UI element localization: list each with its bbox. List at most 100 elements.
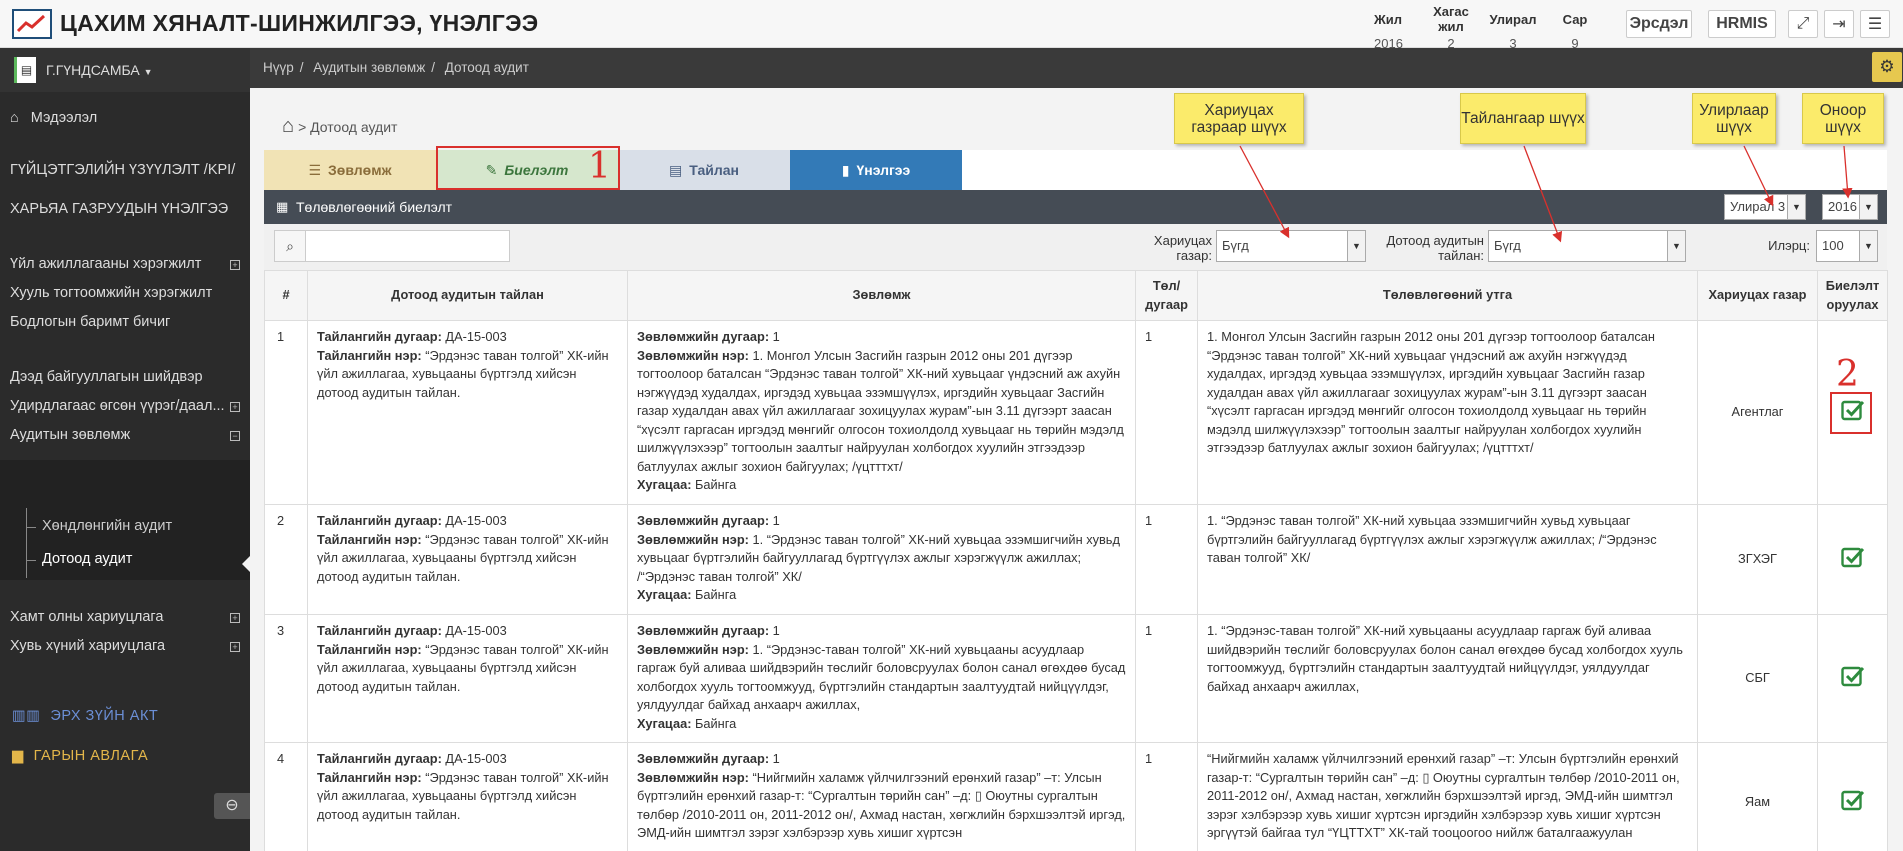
sidebar-item-internal-audit[interactable]: Дотоод аудит (42, 551, 132, 567)
report-no-value: ДА-15-003 (445, 623, 507, 638)
table-row: 2 Тайлангийн дугаар: ДА-15-003 Тайлангийн … (264, 504, 1888, 615)
row-number: 1 (264, 320, 308, 505)
sidebar-item-operations[interactable]: Үйл ажиллагааны хэрэгжилт (10, 256, 201, 272)
deadline-value: Байнга (695, 715, 737, 731)
rec-name-label: Зөвлөмжийн нэр: (637, 641, 749, 657)
column-header-report: Дотоод аудитын тайлан (307, 270, 628, 321)
breadcrumb-home[interactable]: Нүүр (263, 60, 294, 75)
breadcrumb-audit-recommendations[interactable]: Аудитын зөвлөмж (313, 60, 425, 75)
quarter-select[interactable]: Улирал 3 ▼ (1724, 194, 1806, 220)
active-pointer (242, 556, 250, 572)
tab-recommendations[interactable]: ☰ Зөвлөмж (264, 150, 436, 190)
caret-down-icon: ▼ (1347, 231, 1365, 261)
column-header-enter-implementation: Биелэлт оруулах (1817, 270, 1888, 321)
sidebar-item-manuals[interactable]: ▆ ГАРЫН АВЛАГА (12, 748, 148, 764)
collapse-minus-icon[interactable]: − (230, 431, 240, 441)
menu-icon[interactable]: ☰ (1860, 10, 1890, 38)
expand-plus-icon[interactable]: + (230, 402, 240, 412)
implementation-cell (1817, 504, 1888, 615)
year-select[interactable]: 2016 ▼ (1822, 194, 1878, 220)
book-icon: ▆ (12, 748, 24, 764)
logout-icon[interactable]: ⇥ (1824, 10, 1854, 38)
column-header-responsible-org: Хариуцах газар (1697, 270, 1818, 321)
report-name-label: Тайлангийн нэр: (317, 347, 422, 363)
responsible-org-cell: Агентлаг (1697, 320, 1818, 505)
plan-content-cell: 1. “Эрдэнэс таван толгой” ХК-ний хувьцаа… (1197, 504, 1698, 615)
sidebar-item-law-implementation[interactable]: Хууль тогтоомжийн хэрэгжилт (10, 285, 212, 301)
breadcrumb: Нүүр / Аудитын зөвлөмж / Дотоод аудит ⚙ (250, 48, 1903, 88)
hrmis-button[interactable]: HRMIS (1708, 10, 1776, 38)
callout-filter-by-year: Оноор шүүх (1802, 93, 1884, 144)
rec-no-label: Зөвлөмжийн дугаар: (637, 623, 770, 638)
sidebar-item-kpi[interactable]: ГҮЙЦЭТГЭЛИЙН ҮЗҮҮЛЭЛТ /KPI/ (10, 162, 235, 178)
caret-down-icon: ▼ (1859, 231, 1877, 261)
enter-implementation-button[interactable] (1840, 789, 1865, 811)
report-no-value: ДА-15-003 (445, 513, 507, 528)
sidebar-item-info[interactable]: ⌂ Мэдээлэл (10, 110, 97, 126)
home-icon[interactable]: ⌂ (282, 115, 294, 137)
rec-no-label: Зөвлөмжийн дугаар: (637, 329, 770, 344)
deadline-label: Хугацаа: (637, 477, 692, 492)
period-label-year: Жил (1374, 11, 1402, 27)
plan-content-cell: “Нийгмийн халамж үйлчилгээний ерөнхий га… (1197, 742, 1698, 851)
sidebar-item-personal-responsibility[interactable]: Хувь хүний хариуцлага (10, 638, 165, 654)
rec-name-value: 1. Монгол Улсын Засгийн газрын 2012 оны … (637, 347, 1124, 474)
recommendation-cell: Зөвлөмжийн дугаар: 1 Зөвлөмжийн нэр: 1. М… (627, 320, 1136, 505)
app-logo-icon[interactable] (12, 9, 52, 39)
gear-icon[interactable]: ⚙ (1872, 52, 1902, 82)
sidebar-item-subordinate-evaluation[interactable]: ХАРЬЯА ГАЗРУУДЫН ҮНЭЛГЭЭ (10, 201, 228, 217)
expand-plus-icon[interactable]: + (230, 642, 240, 652)
rec-name-label: Зөвлөмжийн нэр: (637, 347, 749, 363)
rec-name-label: Зөвлөмжийн нэр: (637, 769, 749, 785)
report-filter-select[interactable]: Бүгд ▼ (1488, 230, 1686, 262)
plan-content-cell: 1. “Эрдэнэс-таван толгой” ХК-ний хувьцаа… (1197, 614, 1698, 743)
recommendation-cell: Зөвлөмжийн дугаар: 1 Зөвлөмжийн нэр: “Ний… (627, 742, 1136, 851)
risk-button[interactable]: Эрсдэл (1626, 10, 1692, 38)
sidebar-item-management-tasks[interactable]: Удирдлагаас өгсөн үүрэг/даал... (10, 398, 225, 414)
sidebar-collapse-button[interactable]: ⊖ (214, 793, 250, 819)
enter-implementation-button[interactable] (1840, 665, 1865, 687)
org-filter-label: Хариуцах газар: (1153, 233, 1212, 263)
enter-implementation-button[interactable] (1840, 546, 1865, 568)
sidebar-item-legal-acts[interactable]: ▥▥ ЭРХ ЗҮЙН АКТ (12, 708, 158, 724)
column-header-recommendation: Зөвлөмж (627, 270, 1136, 321)
check-square-icon (1840, 790, 1864, 810)
caret-down-icon: ▼ (1667, 231, 1685, 261)
sidebar-item-team-responsibility[interactable]: Хамт олны хариуцлага (10, 609, 163, 625)
deadline-value: Байнга (695, 477, 737, 492)
column-header-plan-number: Төл/ дугаар (1135, 270, 1198, 321)
report-no-label: Тайлангийн дугаар: (317, 751, 442, 766)
annotation-number-2: 2 (1836, 354, 1859, 395)
responsible-org-cell: СБГ (1697, 614, 1818, 743)
search-icon[interactable]: ⌕ (274, 230, 306, 262)
top-header: ЦАХИМ ХЯНАЛТ-ШИНЖИЛГЭЭ, ҮНЭЛГЭЭ Жил Хага… (0, 0, 1903, 51)
result-count-select[interactable]: 100 ▼ (1816, 230, 1878, 262)
search-input[interactable] (305, 230, 510, 262)
row-number: 3 (264, 614, 308, 743)
rec-no-value: 1 (772, 329, 780, 344)
sidebar-item-higher-decisions[interactable]: Дээд байгууллагын шийдвэр (10, 369, 203, 385)
expand-plus-icon[interactable]: + (230, 260, 240, 270)
tab-evaluation[interactable]: ▮ Үнэлгээ (790, 150, 962, 190)
result-count-label: Илэрц: (1768, 238, 1810, 253)
org-filter-select[interactable]: Бүгд ▼ (1216, 230, 1366, 262)
report-name-label: Тайлангийн нэр: (317, 769, 422, 785)
expand-plus-icon[interactable]: + (230, 613, 240, 623)
page-heading: ⌂ > Дотоод аудит (282, 115, 398, 137)
tab-report[interactable]: ▤ Тайлан (618, 150, 790, 190)
book-shelf-icon: ▥▥ (12, 708, 41, 724)
period-label-half: Хагас жил (1433, 4, 1469, 34)
panel-title: Төлөвлөгөөний биелэлт (296, 199, 453, 215)
responsible-org-cell: ЗГХЭГ (1697, 504, 1818, 615)
expand-icon[interactable]: ⤢ (1788, 10, 1818, 38)
user-name[interactable]: Г.ГҮНДСАМБА ▼ (46, 62, 153, 78)
plan-number-cell: 1 (1135, 742, 1198, 851)
sidebar-item-audit-recommendations[interactable]: Аудитын зөвлөмж (10, 427, 130, 443)
sidebar-item-external-audit[interactable]: Хөндлөнгийн аудит (42, 518, 172, 534)
user-menu[interactable]: ▤ Г.ГҮНДСАМБА ▼ (0, 48, 250, 92)
deadline-value: Байнга (695, 587, 737, 602)
report-name-label: Тайлангийн нэр: (317, 641, 422, 657)
responsible-org-cell: Яам (1697, 742, 1818, 851)
sidebar-item-policy-documents[interactable]: Бодлогын баримт бичиг (10, 314, 170, 330)
plan-number-cell: 1 (1135, 614, 1198, 743)
